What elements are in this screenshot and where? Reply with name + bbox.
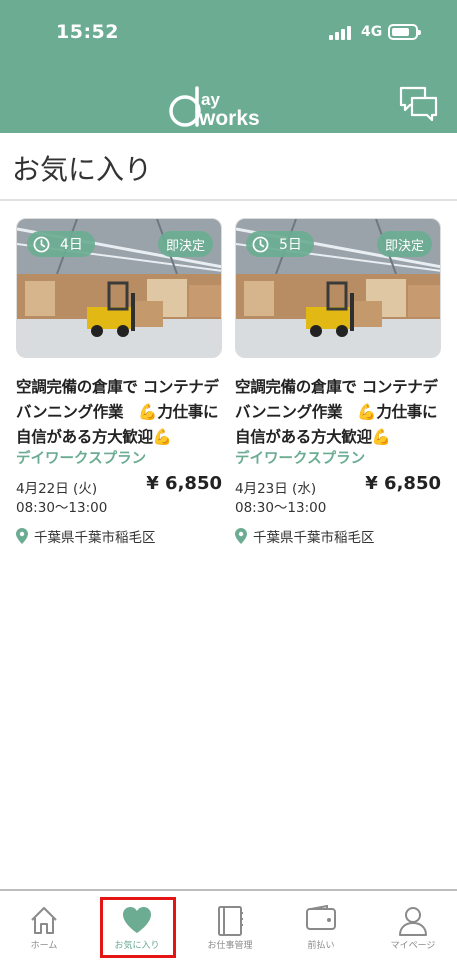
selection-highlight bbox=[100, 897, 176, 958]
job-date: 4月23日 (水) bbox=[235, 481, 317, 497]
tab-home[interactable]: ホーム bbox=[0, 891, 89, 965]
tab-mypage[interactable]: マイページ bbox=[368, 891, 457, 965]
job-price: ¥ 6,850 bbox=[146, 473, 222, 494]
days-label: 4日 bbox=[60, 237, 83, 253]
job-title: 空調完備の倉庫で コンテナデバンニング作業 💪力仕事に自信がある方大歓迎💪 bbox=[235, 378, 438, 446]
home-icon bbox=[31, 907, 57, 934]
job-title: 空調完備の倉庫で コンテナデバンニング作業 💪力仕事に自信がある方大歓迎💪 bbox=[16, 378, 219, 446]
tab-prepayment-label: 前払い bbox=[307, 941, 335, 951]
job-price: ¥ 6,850 bbox=[365, 473, 441, 494]
tab-job-management-label: お仕事管理 bbox=[207, 941, 253, 951]
days-badge: 5日 bbox=[246, 231, 314, 257]
title-divider bbox=[0, 199, 457, 201]
status-time: 15:52 bbox=[56, 21, 119, 43]
tab-prepayment[interactable]: 前払い bbox=[276, 891, 366, 965]
job-date: 4月22日 (火) bbox=[16, 481, 98, 497]
status-bar: 15:52 4G bbox=[0, 0, 457, 62]
chat-button[interactable] bbox=[398, 84, 440, 124]
location-label: 千葉県千葉市稲毛区 bbox=[34, 530, 156, 546]
chat-bubbles-icon bbox=[399, 86, 438, 122]
plan-label: デイワークスプラン bbox=[235, 451, 366, 467]
job-hours: 08:30〜13:00 bbox=[16, 500, 108, 516]
location-pin-icon bbox=[16, 528, 28, 544]
job-image: 5日 即決定 bbox=[235, 218, 441, 358]
tab-home-label: ホーム bbox=[30, 941, 58, 951]
job-hours: 08:30〜13:00 bbox=[235, 500, 327, 516]
app-header: 15:52 4G ay works bbox=[0, 0, 457, 133]
page-title: お気に入り bbox=[12, 153, 153, 186]
meta-row: 4月23日 (水) ¥ 6,850 bbox=[235, 473, 441, 499]
location-label: 千葉県千葉市稲毛区 bbox=[253, 530, 375, 546]
dayworks-logo: ay works bbox=[169, 86, 260, 130]
days-badge: 4日 bbox=[27, 231, 95, 257]
job-location: 千葉県千葉市稲毛区 bbox=[16, 526, 222, 546]
clock-icon bbox=[33, 236, 50, 252]
location-pin-icon bbox=[235, 528, 247, 544]
tab-job-management[interactable]: お仕事管理 bbox=[185, 891, 275, 965]
svg-text:works: works bbox=[198, 107, 260, 130]
signal-icon bbox=[329, 26, 353, 40]
bottom-tab-bar: ホーム お気に入り お仕事管理 前払い マイページ bbox=[0, 889, 457, 965]
wallet-icon bbox=[306, 905, 336, 930]
job-location: 千葉県千葉市稲毛区 bbox=[235, 526, 441, 546]
job-card[interactable]: 4日 即決定 空調完備の倉庫で コンテナデバンニング作業 💪力仕事に自信がある方… bbox=[16, 218, 222, 546]
clock-icon bbox=[252, 236, 269, 252]
notebook-icon bbox=[218, 906, 243, 936]
job-card[interactable]: 5日 即決定 空調完備の倉庫で コンテナデバンニング作業 💪力仕事に自信がある方… bbox=[235, 218, 441, 546]
plan-label: デイワークスプラン bbox=[16, 451, 147, 467]
person-icon bbox=[399, 907, 427, 936]
job-image: 4日 即決定 bbox=[16, 218, 222, 358]
meta-row: 4月22日 (火) ¥ 6,850 bbox=[16, 473, 222, 499]
instant-badge: 即決定 bbox=[157, 231, 213, 257]
instant-badge: 即決定 bbox=[376, 231, 432, 257]
battery-icon bbox=[388, 24, 421, 40]
network-type: 4G bbox=[361, 24, 383, 40]
days-label: 5日 bbox=[279, 237, 302, 253]
tab-mypage-label: マイページ bbox=[390, 941, 436, 951]
